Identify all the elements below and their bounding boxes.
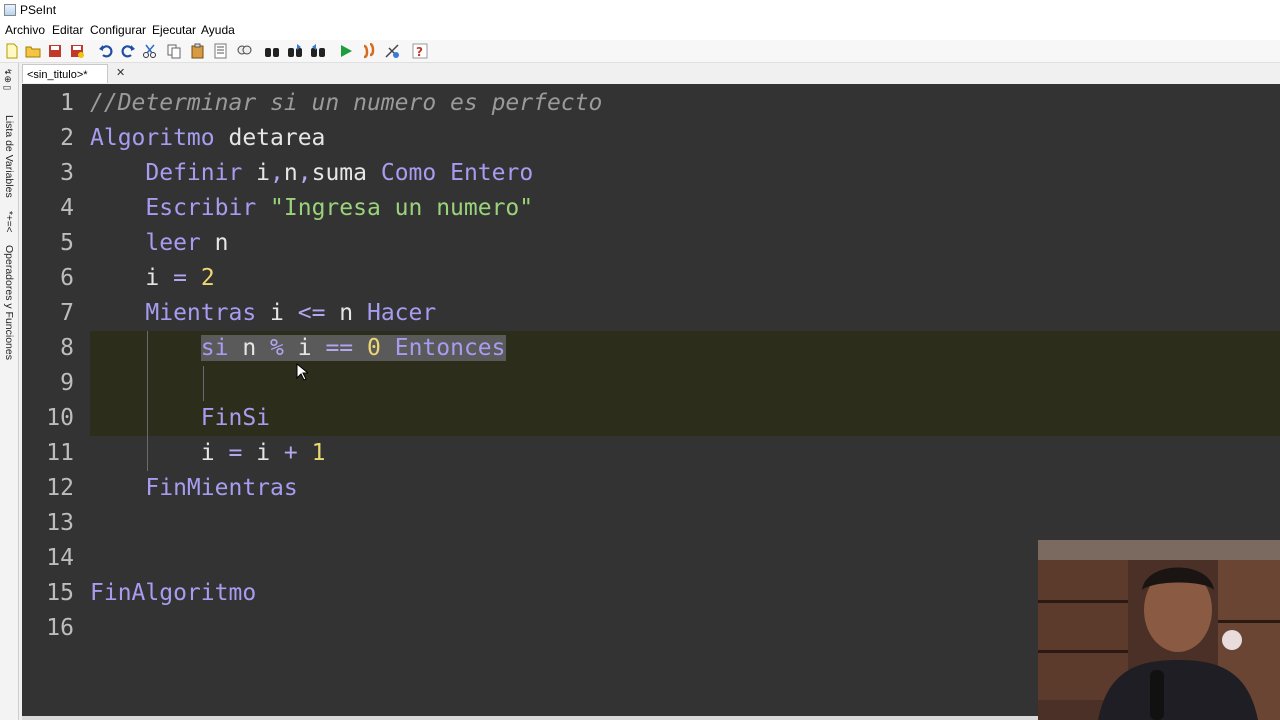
code-line-6: 6 i = 2 [22, 261, 1280, 296]
code-text: Escribir "Ingresa un numero" [145, 195, 534, 221]
code-text: i = 2 [90, 265, 215, 291]
menu-archivo[interactable]: Archivo [5, 23, 45, 37]
line-number: 13 [46, 510, 74, 536]
code-text: Definir i,n,suma Como Entero [145, 160, 534, 186]
comment: //Determinar si un numero es perfecto [90, 90, 603, 116]
line-number: 15 [46, 580, 74, 606]
code-line-1: 1 //Determinar si un numero es perfecto [22, 86, 1280, 121]
code-text: Algoritmo detarea [90, 125, 326, 151]
line-number: 8 [60, 335, 74, 361]
code-text: i = i + 1 [90, 440, 326, 466]
svg-text:?: ? [416, 45, 423, 59]
undo-icon[interactable] [98, 43, 114, 59]
debug-icon[interactable] [384, 43, 400, 59]
menu-bar: Archivo Editar Configurar Ejecutar Ayuda [0, 21, 1280, 40]
code-text: FinMientras [145, 475, 298, 501]
code-line-7: 7 Mientras i <= n Hacer [22, 296, 1280, 331]
redo-icon[interactable] [120, 43, 136, 59]
window-title: PSeInt [20, 3, 57, 17]
help-icon[interactable]: ? [412, 43, 428, 59]
find-prev-icon[interactable] [310, 43, 326, 59]
list-icon[interactable] [213, 43, 229, 59]
menu-configurar[interactable]: Configurar [90, 23, 146, 37]
variables-panel-tab[interactable]: Lista de Variables [3, 115, 15, 198]
toolbar: ? [0, 40, 1280, 63]
line-number: 14 [46, 545, 74, 571]
line-number: 16 [46, 615, 74, 641]
line-number: 7 [60, 300, 74, 326]
side-panel-icons[interactable]: ↯⊕▭ [3, 68, 13, 93]
line-number: 1 [60, 90, 74, 116]
webcam-overlay [1038, 540, 1280, 720]
line-number: 10 [46, 405, 74, 431]
code-line-8: 8 si n % i == 0 Entonces [22, 331, 1280, 366]
title-bar: PSeInt [0, 0, 1280, 21]
menu-ejecutar[interactable]: Ejecutar [152, 23, 196, 37]
open-folder-icon[interactable] [25, 43, 41, 59]
line-number: 6 [60, 265, 74, 291]
side-panel: ↯⊕▭ Lista de Variables *+=< Operadores y… [0, 63, 19, 720]
code-text: leer n [145, 230, 229, 256]
code-text: FinSi [200, 405, 271, 431]
app-icon [4, 4, 16, 16]
line-number: 5 [60, 230, 74, 256]
cut-icon[interactable] [142, 43, 158, 59]
code-line-13: 13 [22, 506, 1280, 541]
step-icon[interactable] [361, 43, 377, 59]
run-icon[interactable] [338, 43, 354, 59]
menu-editar[interactable]: Editar [52, 23, 83, 37]
find-next-icon[interactable] [287, 43, 303, 59]
code-line-2: 2 Algoritmo detarea [22, 121, 1280, 156]
line-number: 3 [60, 160, 74, 186]
code-text: FinAlgoritmo [90, 580, 257, 606]
operators-symbol: *+=< [3, 211, 14, 233]
code-text: si n % i == 0 Entonces [200, 335, 506, 361]
line-number: 11 [46, 440, 74, 466]
code-text: Mientras i <= n Hacer [145, 300, 437, 326]
menu-ayuda[interactable]: Ayuda [201, 23, 235, 37]
code-line-12: 12 FinMientras [22, 471, 1280, 506]
line-number: 4 [60, 195, 74, 221]
paste-icon[interactable] [190, 43, 206, 59]
line-number: 9 [60, 370, 74, 396]
tab-close-icon[interactable]: ✕ [116, 66, 125, 79]
tab-sin-titulo[interactable]: <sin_titulo>* [22, 64, 108, 83]
new-file-icon[interactable] [4, 43, 20, 59]
code-line-9: 9 [22, 366, 1280, 401]
binoculars-icon[interactable] [264, 43, 280, 59]
copy-icon[interactable] [166, 43, 182, 59]
find-icon[interactable] [236, 43, 252, 59]
line-number: 2 [60, 125, 74, 151]
tab-bar: <sin_titulo>* ✕ [22, 63, 1280, 83]
save-as-icon[interactable] [69, 43, 85, 59]
line-number: 12 [46, 475, 74, 501]
code-line-5: 5 leer n [22, 226, 1280, 261]
code-line-3: 3 Definir i,n,suma Como Entero [22, 156, 1280, 191]
code-line-10: 10 FinSi [22, 401, 1280, 436]
operators-panel-tab[interactable]: Operadores y Funciones [3, 245, 15, 360]
code-line-4: 4 Escribir "Ingresa un numero" [22, 191, 1280, 226]
mouse-cursor-icon [296, 363, 308, 381]
save-icon[interactable] [47, 43, 63, 59]
code-line-11: 11 i = i + 1 [22, 436, 1280, 471]
